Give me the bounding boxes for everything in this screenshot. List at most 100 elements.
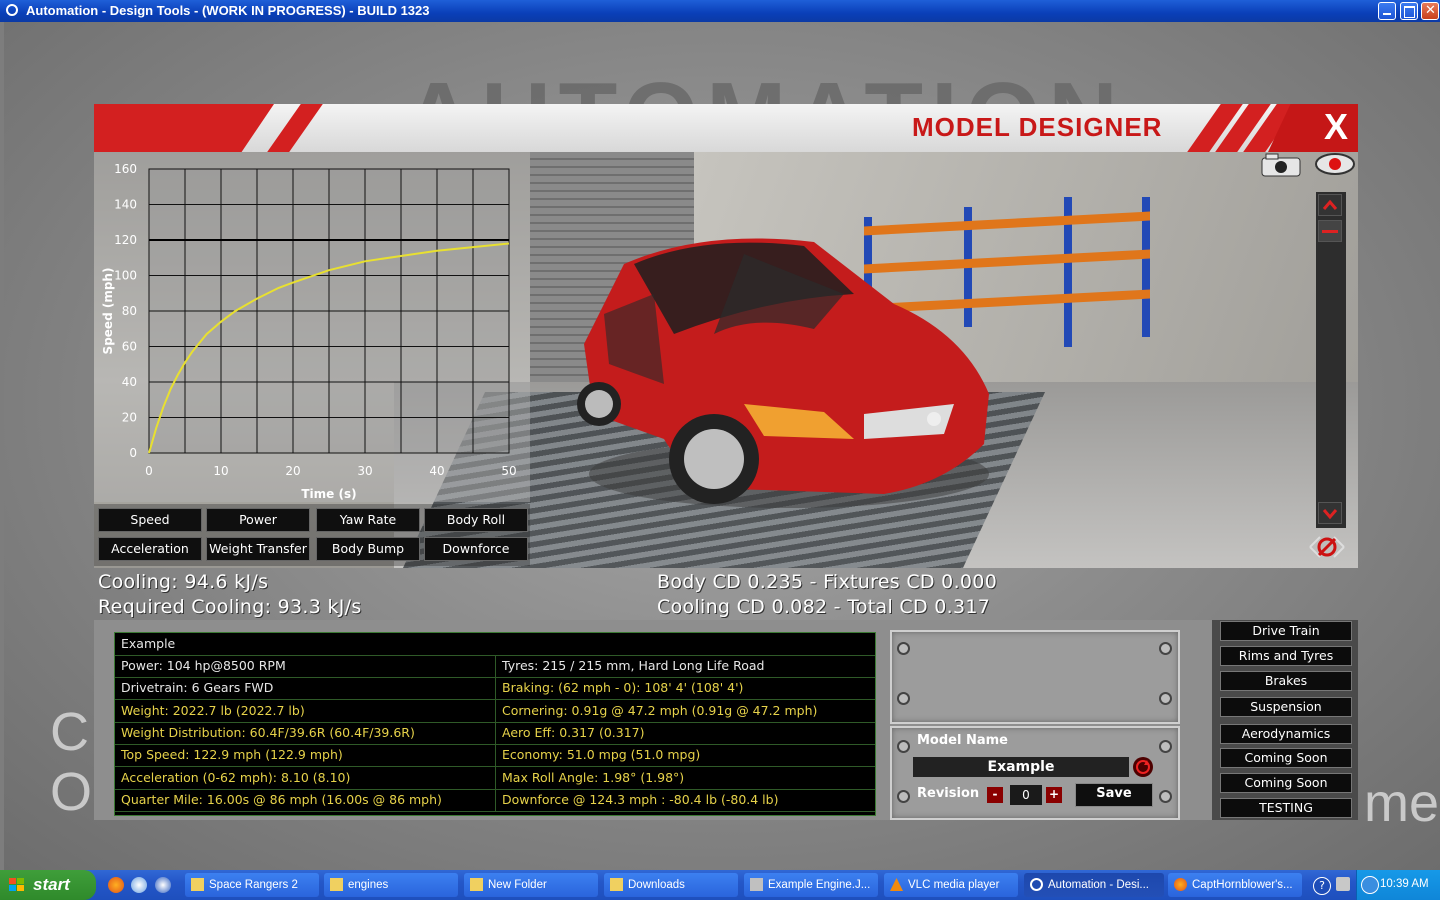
cooling-value: Cooling: 94.6 kJ/s xyxy=(98,571,269,593)
stats-row: Quarter Mile: 16.00s @ 86 mph (16.00s @ … xyxy=(115,788,876,812)
start-button[interactable]: start xyxy=(0,870,96,900)
x-tick-label: 20 xyxy=(285,464,300,478)
scroll-up-button[interactable] xyxy=(1318,194,1342,216)
minimize-button[interactable] xyxy=(1378,2,1396,20)
menu-brakes[interactable]: Brakes xyxy=(1220,671,1352,691)
rotate-view-icon[interactable] xyxy=(1306,532,1348,562)
stat-right-value: Aero Eff: 0.317 (0.317) xyxy=(495,721,876,744)
graph-mode-buttons: Speed Power Yaw Rate Body Roll Accelerat… xyxy=(94,504,530,566)
stat-right-value: Tyres: 215 / 215 mm, Hard Long Life Road xyxy=(495,655,876,677)
bolt xyxy=(1159,740,1172,753)
speed-graph: 0 20 40 60 80 100 120 140 160 0 10 20 30 40 50 Time (s)… xyxy=(94,152,530,502)
menu-rims-and-tyres[interactable]: Rims and Tyres xyxy=(1220,646,1352,666)
graph-power-button[interactable]: Power xyxy=(206,508,310,532)
background-letter: C xyxy=(50,702,89,762)
tray-arrow-icon[interactable] xyxy=(1361,876,1379,894)
menu-testing[interactable]: TESTING xyxy=(1220,798,1352,818)
windows-taskbar: start Space Rangers 2 engines New Folder… xyxy=(0,870,1440,900)
task-new-folder[interactable]: New Folder xyxy=(464,873,598,897)
stats-row: Power: 104 hp@8500 RPM Tyres: 215 / 215 m… xyxy=(115,655,875,678)
task-engines[interactable]: engines xyxy=(324,873,458,897)
firefox-icon[interactable] xyxy=(108,877,124,893)
close-window-button[interactable]: ✕ xyxy=(1421,2,1439,20)
y-tick-label: 20 xyxy=(122,411,137,425)
bolt xyxy=(897,692,910,705)
graph-body-roll-button[interactable]: Body Roll xyxy=(424,508,528,532)
vlc-cone-icon xyxy=(890,878,903,891)
task-vlc[interactable]: VLC media player xyxy=(884,873,1018,897)
automation-icon xyxy=(1030,878,1043,891)
stats-row: Top Speed: 122.9 mph (122.9 mph) Economy:… xyxy=(115,744,876,768)
background-letters-left: C O xyxy=(50,702,92,822)
notification-icon[interactable] xyxy=(1336,877,1350,891)
header-red-bar-left xyxy=(94,104,274,152)
zoom-scrollbar[interactable] xyxy=(1316,192,1346,528)
x-axis-label: Time (s) xyxy=(301,487,356,501)
x-tick-label: 0 xyxy=(145,464,153,478)
chevron-up-icon xyxy=(1322,199,1338,210)
revision-increment-button[interactable]: + xyxy=(1046,787,1062,803)
ie-icon[interactable] xyxy=(131,877,147,893)
stats-model-name: Example xyxy=(121,636,176,651)
scroll-down-button[interactable] xyxy=(1318,502,1342,524)
file-icon xyxy=(750,878,763,891)
revision-decrement-button[interactable]: - xyxy=(987,787,1003,803)
task-label: CaptHornblower's... xyxy=(1192,879,1293,891)
stats-name-row: Example xyxy=(115,633,875,656)
folder-icon xyxy=(191,878,204,891)
task-label: VLC media player xyxy=(908,879,1000,891)
bolt xyxy=(897,740,910,753)
eye-icon[interactable] xyxy=(1314,152,1356,176)
body-drag-values: Body CD 0.235 - Fixtures CD 0.000 xyxy=(657,571,998,593)
stat-right-value: Downforce @ 124.3 mph : -80.4 lb (-80.4 … xyxy=(495,788,876,811)
stat-right-value: Cornering: 0.91g @ 47.2 mph (0.91g @ 47.… xyxy=(495,699,876,722)
task-downloads[interactable]: Downloads xyxy=(604,873,738,897)
model-name-field[interactable]: Example xyxy=(913,757,1129,777)
menu-coming-soon-2[interactable]: Coming Soon xyxy=(1220,773,1352,793)
graph-downforce-button[interactable]: Downforce xyxy=(424,537,528,561)
graph-acceleration-button[interactable]: Acceleration xyxy=(98,537,202,561)
y-tick-label: 100 xyxy=(114,269,137,283)
task-automation[interactable]: Automation - Desi... xyxy=(1024,873,1164,897)
y-tick-label: 0 xyxy=(129,446,137,460)
menu-aerodynamics[interactable]: Aerodynamics xyxy=(1220,724,1352,744)
task-capthornblower[interactable]: CaptHornblower's... xyxy=(1168,873,1302,897)
bolt xyxy=(897,642,910,655)
maximize-button[interactable] xyxy=(1400,2,1418,20)
background-letters-right: me xyxy=(1364,773,1440,833)
revision-label: Revision xyxy=(917,786,980,801)
task-example-engine[interactable]: Example Engine.J... xyxy=(744,873,878,897)
app-icon xyxy=(6,4,18,16)
start-label: start xyxy=(33,875,70,894)
stat-left-value: Weight: 2022.7 lb (2022.7 lb) xyxy=(121,702,305,718)
menu-suspension[interactable]: Suspension xyxy=(1220,697,1352,717)
y-axis-label: Speed (mph) xyxy=(101,268,115,355)
save-button[interactable]: Save xyxy=(1075,783,1153,807)
stat-left-value: Power: 104 hp@8500 RPM xyxy=(121,658,286,673)
scroll-thumb[interactable] xyxy=(1318,220,1342,242)
menu-coming-soon-1[interactable]: Coming Soon xyxy=(1220,748,1352,768)
task-label: Example Engine.J... xyxy=(768,879,871,891)
graph-yaw-rate-button[interactable]: Yaw Rate xyxy=(316,508,420,532)
task-space-rangers[interactable]: Space Rangers 2 xyxy=(185,873,319,897)
camera-icon[interactable] xyxy=(1260,152,1302,178)
stat-right-value: Economy: 51.0 mpg (51.0 mpg) xyxy=(495,744,876,767)
graph-weight-transfer-button[interactable]: Weight Transfer xyxy=(206,537,310,561)
clock: 10:39 AM xyxy=(1380,878,1429,890)
stats-row: Weight Distribution: 60.4F/39.6R (60.4F/… xyxy=(115,721,876,745)
help-icon[interactable]: ? xyxy=(1313,877,1331,895)
stats-row: Drivetrain: 6 Gears FWD Braking: (62 mph … xyxy=(115,677,875,701)
folder-icon xyxy=(470,878,483,891)
window-title: Automation - Design Tools - (WORK IN PRO… xyxy=(26,3,430,18)
media-player-icon[interactable] xyxy=(155,877,171,893)
reset-name-icon[interactable] xyxy=(1133,757,1153,777)
close-designer-button[interactable]: X xyxy=(1324,106,1348,148)
menu-drive-train[interactable]: Drive Train xyxy=(1220,621,1352,641)
chevron-down-icon xyxy=(1322,509,1338,520)
graph-body-bump-button[interactable]: Body Bump xyxy=(316,537,420,561)
task-label: Automation - Desi... xyxy=(1048,879,1149,891)
task-label: Downloads xyxy=(628,879,685,891)
graph-speed-button[interactable]: Speed xyxy=(98,508,202,532)
task-label: New Folder xyxy=(488,879,547,891)
y-tick-label: 160 xyxy=(114,162,137,176)
